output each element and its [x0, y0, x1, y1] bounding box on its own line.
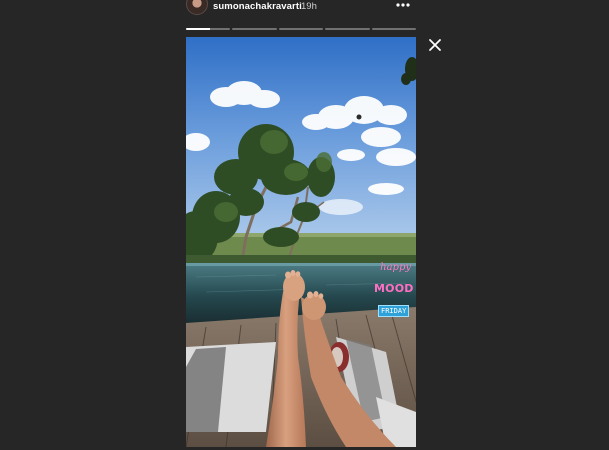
- story-progress-segment: [325, 28, 370, 30]
- story-photo: [186, 37, 416, 447]
- sticker-friday-tag: FRIDAY: [378, 305, 410, 317]
- more-options-button[interactable]: [394, 0, 412, 12]
- close-button[interactable]: [427, 37, 443, 53]
- story-progress-bar: [186, 28, 417, 30]
- story-progress-segment: [371, 28, 417, 30]
- story-progress-segment: [186, 28, 231, 30]
- sticker-happy-text: happy: [380, 262, 411, 273]
- story-progress-segment: [232, 28, 277, 30]
- username[interactable]: sumonachakravarti: [213, 1, 302, 12]
- story-progress-fill: [186, 28, 211, 30]
- story-progress-segment: [278, 28, 324, 30]
- story-media[interactable]: happy MOOD FRIDAY: [186, 37, 416, 447]
- story-header: sumonachakravarti 19h: [186, 0, 416, 16]
- story-viewer: sumonachakravarti 19h happy MOOD FRIDAY: [0, 0, 609, 450]
- sticker-mood-text: MOOD: [374, 282, 414, 295]
- timestamp: 19h: [301, 1, 317, 12]
- more-horizontal-icon: [396, 3, 410, 7]
- close-icon: [429, 39, 441, 51]
- avatar[interactable]: [186, 0, 208, 15]
